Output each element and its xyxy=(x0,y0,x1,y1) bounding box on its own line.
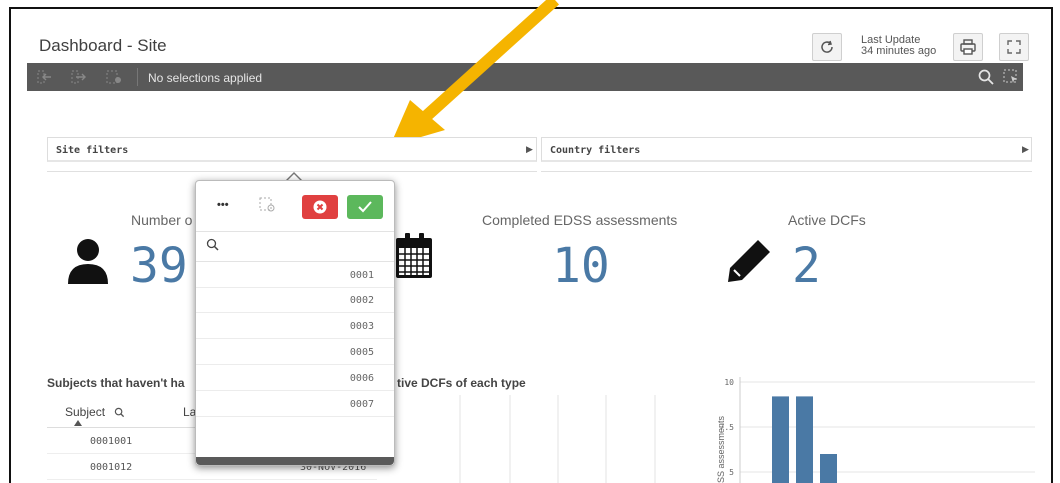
list-item[interactable]: 0002 xyxy=(196,288,394,313)
site-filters-label: Site filters xyxy=(56,145,129,156)
list-item[interactable]: 0006 xyxy=(196,366,394,391)
more-options-menu[interactable]: ••• xyxy=(217,199,229,211)
country-filters-label: Country filters xyxy=(550,145,641,156)
kpi-subjects-value: 39 xyxy=(130,238,188,294)
divider xyxy=(47,479,377,480)
list-item[interactable]: 0005 xyxy=(196,340,394,365)
cancel-selection-button[interactable] xyxy=(302,195,338,219)
popup-footer-bar xyxy=(196,457,394,465)
list-item[interactable]: 0003 xyxy=(196,314,394,339)
filter-listbox-popup: ••• 0001 0002 0003 0005 0006 0007 xyxy=(195,180,395,466)
table-title: Subjects that haven't ha xyxy=(47,376,185,390)
reload-icon xyxy=(821,40,833,53)
popup-search-field[interactable] xyxy=(196,231,394,262)
y-tick-label: 7.5 xyxy=(720,423,735,432)
calendar-icon xyxy=(396,233,432,278)
step-back-icon[interactable] xyxy=(36,69,54,85)
list-item[interactable]: 0007 xyxy=(196,392,394,417)
col-header-subject[interactable]: Subject xyxy=(65,405,125,419)
checkmark-icon xyxy=(358,201,372,213)
toolbar-divider xyxy=(137,68,138,86)
reload-button[interactable] xyxy=(812,33,842,61)
country-filters-arrow-icon: ▶ xyxy=(1022,144,1029,154)
table-cell-subject[interactable]: 0001012 xyxy=(90,462,132,473)
last-update-time: 34 minutes ago xyxy=(861,45,937,57)
kpi-dcf-value: 2 xyxy=(792,238,821,294)
expand-icon xyxy=(1007,40,1021,54)
chart-bar[interactable] xyxy=(796,396,813,483)
kpi-dcf-label: Active DCFs xyxy=(788,212,866,228)
print-icon xyxy=(960,39,976,55)
pencil-icon xyxy=(728,240,770,282)
clear-selection-icon[interactable] xyxy=(258,196,276,214)
search-icon[interactable] xyxy=(977,68,995,86)
search-icon xyxy=(206,238,219,251)
list-item[interactable]: 0001 xyxy=(196,263,394,288)
selection-status: No selections applied xyxy=(148,71,263,85)
divider xyxy=(541,171,1032,172)
confirm-selection-button[interactable] xyxy=(347,195,383,219)
selection-tool-icon[interactable] xyxy=(1002,68,1020,86)
clear-selections-icon[interactable] xyxy=(105,69,123,85)
chart-bar[interactable] xyxy=(820,454,837,483)
edss-bar-chart: SS assessments 107.55 xyxy=(716,377,1035,483)
step-forward-icon[interactable] xyxy=(70,69,88,85)
dcf-chart-title: tive DCFs of each type xyxy=(397,376,526,390)
kpi-subjects-label: Number o xyxy=(131,212,193,228)
pointer-arrow-graphic xyxy=(390,0,560,146)
sort-ascending-icon xyxy=(74,420,82,426)
site-filters-bar[interactable]: Site filters ▶ xyxy=(47,137,537,162)
table-cell-subject[interactable]: 0001001 xyxy=(90,436,132,447)
y-tick-label: 10 xyxy=(724,378,734,387)
dcf-chart-grid xyxy=(459,395,656,483)
person-icon xyxy=(68,239,108,284)
y-tick-label: 5 xyxy=(729,468,734,477)
popup-toolbar: ••• xyxy=(196,181,394,232)
site-filters-arrow-icon: ▶ xyxy=(526,144,533,154)
col-subject-label: Subject xyxy=(65,405,106,419)
divider xyxy=(47,427,197,428)
search-icon[interactable] xyxy=(114,407,125,418)
kpi-edss-value: 10 xyxy=(552,238,610,294)
chart-bar[interactable] xyxy=(772,396,789,483)
divider xyxy=(47,453,197,454)
country-filters-bar[interactable]: Country filters ▶ xyxy=(541,137,1032,162)
close-icon xyxy=(313,200,327,214)
last-update: Last Update 34 minutes ago xyxy=(861,35,936,57)
page-title: Dashboard - Site xyxy=(39,36,167,55)
kpi-edss-label: Completed EDSS assessments xyxy=(482,212,678,228)
fullscreen-button[interactable] xyxy=(999,33,1029,61)
print-button[interactable] xyxy=(953,33,983,61)
